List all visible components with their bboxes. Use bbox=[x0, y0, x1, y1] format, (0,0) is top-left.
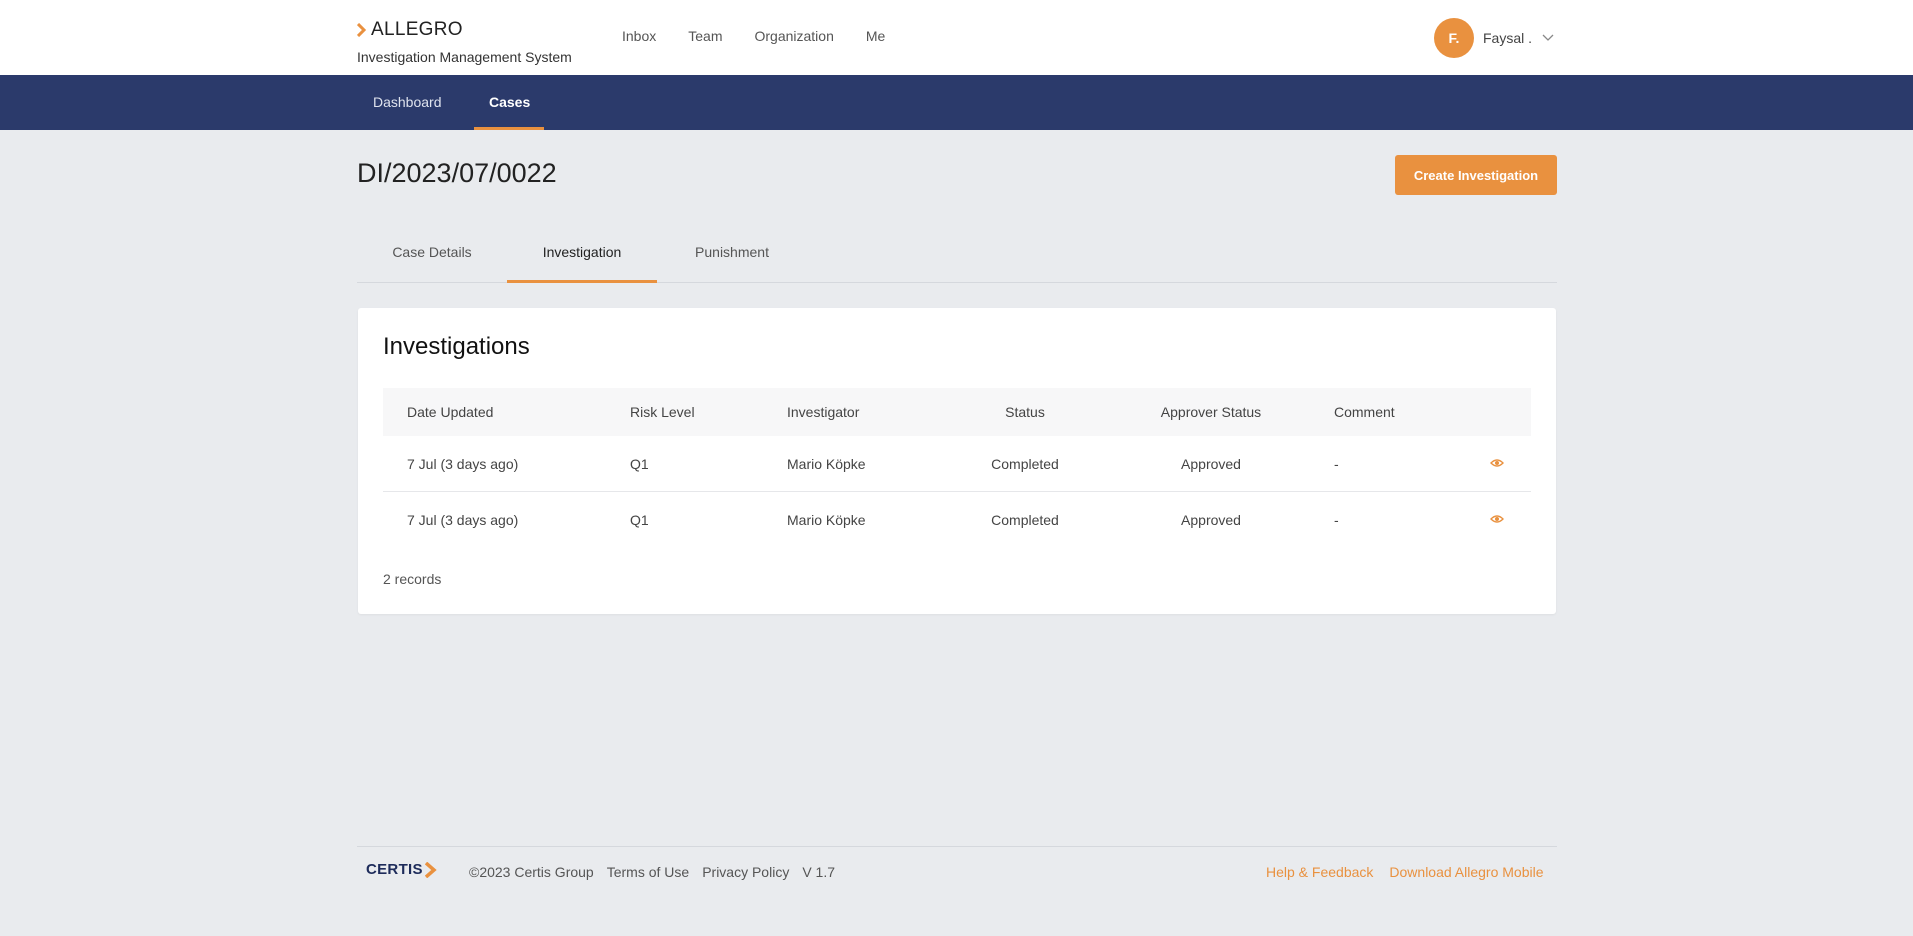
case-title: DI/2023/07/0022 bbox=[357, 158, 557, 188]
subnav-cases[interactable]: Cases bbox=[489, 75, 530, 130]
nav-inbox[interactable]: Inbox bbox=[622, 28, 656, 44]
cell-date-updated: 7 Jul (3 days ago) bbox=[407, 456, 519, 472]
top-header: ALLEGRO Investigation Management System … bbox=[0, 0, 1913, 75]
brand[interactable]: ALLEGRO Investigation Management System bbox=[357, 19, 572, 65]
brand-subtitle: Investigation Management System bbox=[357, 49, 572, 65]
cell-status: Completed bbox=[991, 512, 1059, 528]
tab-investigation[interactable]: Investigation bbox=[507, 232, 657, 282]
column-risk-level[interactable]: Risk Level bbox=[630, 388, 695, 436]
top-nav: Inbox Team Organization Me bbox=[622, 28, 917, 44]
tab-active-indicator bbox=[507, 280, 657, 283]
subnav-dashboard[interactable]: Dashboard bbox=[373, 75, 442, 130]
nav-me[interactable]: Me bbox=[866, 28, 885, 44]
footer-version: V 1.7 bbox=[802, 864, 836, 880]
footer-links: ©2023 Certis Group Terms of Use Privacy … bbox=[469, 864, 835, 880]
certis-logo-text: CERTIS bbox=[366, 861, 423, 878]
user-menu[interactable]: F. Faysal . bbox=[1434, 18, 1554, 58]
cell-investigator: Mario Köpke bbox=[787, 456, 866, 472]
case-tabs: Case Details Investigation Punishment bbox=[357, 232, 1557, 283]
footer-right-links: Help & Feedback Download Allegro Mobile bbox=[1266, 864, 1544, 880]
subnav-active-indicator bbox=[474, 127, 544, 130]
cell-status: Completed bbox=[991, 456, 1059, 472]
avatar[interactable]: F. bbox=[1434, 18, 1474, 58]
cell-approver-status: Approved bbox=[1181, 456, 1241, 472]
nav-team[interactable]: Team bbox=[688, 28, 722, 44]
user-name[interactable]: Faysal . bbox=[1483, 30, 1532, 46]
investigations-card: Investigations Date Updated Risk Level I… bbox=[358, 308, 1556, 614]
view-eye-icon[interactable] bbox=[1490, 514, 1504, 524]
column-investigator[interactable]: Investigator bbox=[787, 388, 859, 436]
footer-divider bbox=[357, 846, 1557, 847]
tab-punishment[interactable]: Punishment bbox=[657, 232, 807, 282]
table-row[interactable]: 7 Jul (3 days ago) Q1 Mario Köpke Comple… bbox=[383, 436, 1531, 492]
view-eye-icon[interactable] bbox=[1490, 458, 1504, 468]
allegro-chevron-icon bbox=[357, 23, 367, 37]
brand-name: ALLEGRO bbox=[371, 19, 463, 40]
column-status[interactable]: Status bbox=[965, 388, 1085, 436]
create-investigation-button[interactable]: Create Investigation bbox=[1395, 155, 1557, 195]
table-row[interactable]: 7 Jul (3 days ago) Q1 Mario Köpke Comple… bbox=[383, 492, 1531, 548]
table-header: Date Updated Risk Level Investigator Sta… bbox=[383, 388, 1531, 436]
column-comment[interactable]: Comment bbox=[1334, 388, 1395, 436]
help-feedback-link[interactable]: Help & Feedback bbox=[1266, 864, 1373, 880]
records-count: 2 records bbox=[383, 571, 442, 587]
footer-copyright: ©2023 Certis Group bbox=[469, 864, 594, 880]
cell-approver-status: Approved bbox=[1181, 512, 1241, 528]
sub-nav: Dashboard Cases bbox=[0, 75, 1913, 130]
footer-privacy-link[interactable]: Privacy Policy bbox=[702, 864, 789, 880]
tab-case-details[interactable]: Case Details bbox=[357, 232, 507, 282]
footer-terms-link[interactable]: Terms of Use bbox=[607, 864, 689, 880]
download-mobile-link[interactable]: Download Allegro Mobile bbox=[1389, 864, 1543, 880]
column-approver-status[interactable]: Approver Status bbox=[1141, 388, 1281, 436]
chevron-down-icon[interactable] bbox=[1542, 34, 1554, 42]
certis-logo: CERTIS bbox=[366, 861, 437, 878]
cell-risk-level: Q1 bbox=[630, 512, 649, 528]
cell-risk-level: Q1 bbox=[630, 456, 649, 472]
cell-investigator: Mario Köpke bbox=[787, 512, 866, 528]
investigations-title: Investigations bbox=[383, 333, 530, 360]
certis-chevron-icon bbox=[424, 861, 437, 878]
column-date-updated[interactable]: Date Updated bbox=[407, 388, 493, 436]
nav-organization[interactable]: Organization bbox=[754, 28, 833, 44]
cell-date-updated: 7 Jul (3 days ago) bbox=[407, 512, 519, 528]
cell-comment: - bbox=[1334, 456, 1339, 472]
cell-comment: - bbox=[1334, 512, 1339, 528]
